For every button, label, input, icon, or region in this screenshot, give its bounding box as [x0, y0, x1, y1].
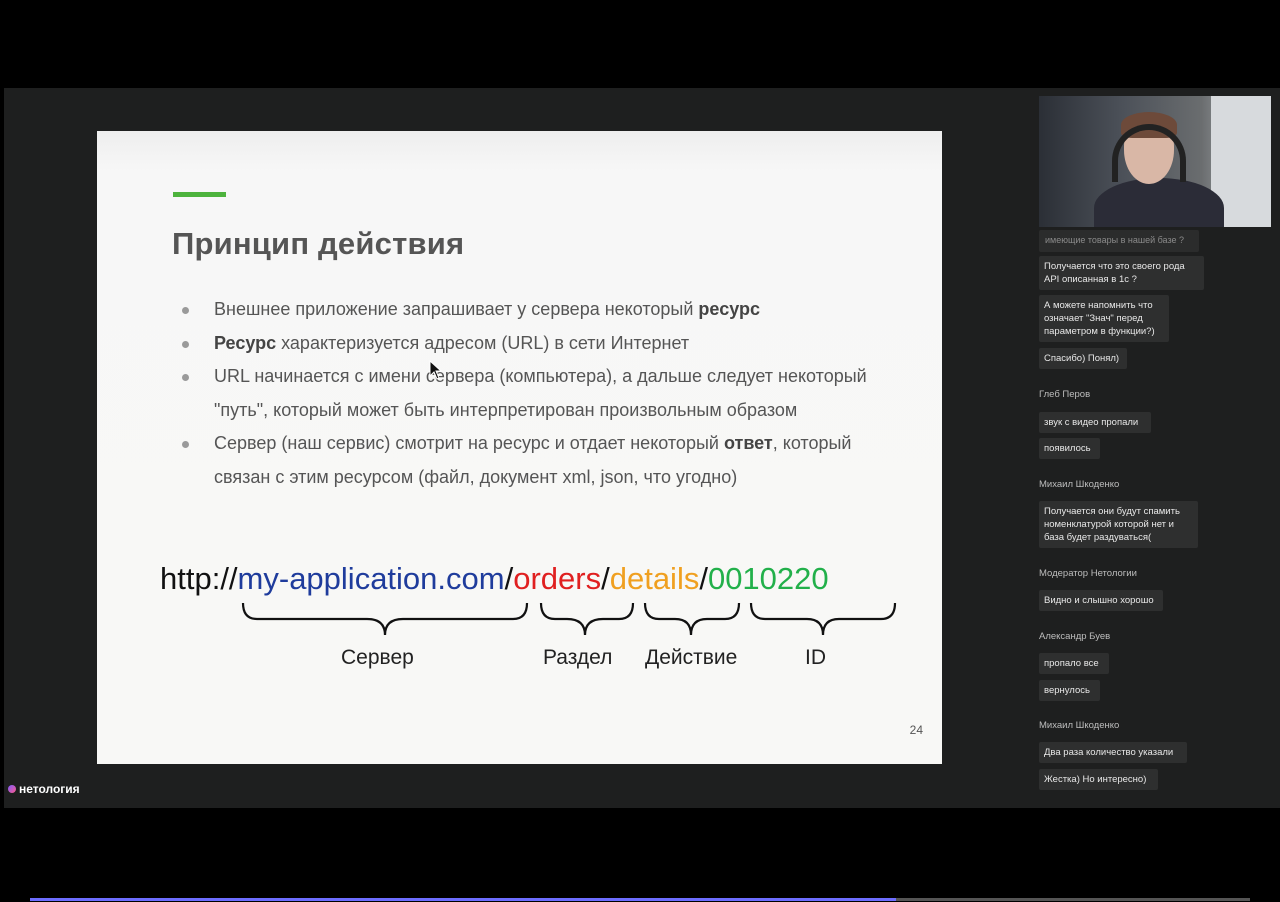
- url-separator: /: [699, 561, 708, 596]
- example-url: http://my-application.com/orders/details…: [160, 561, 829, 597]
- chat-message: появилось: [1039, 438, 1100, 459]
- bullet-item: Сервер (наш сервис) смотрит на ресурс и …: [182, 427, 902, 494]
- bullet-bold: ресурс: [698, 299, 760, 319]
- chat-message: звук с видео пропали: [1039, 412, 1151, 433]
- url-scheme: http://: [160, 561, 238, 596]
- label-server: Сервер: [341, 646, 414, 669]
- label-action: Действие: [645, 646, 738, 669]
- mouse-cursor-icon: [429, 360, 443, 380]
- bullet-bold: ответ: [723, 433, 773, 453]
- chat-author: Модератор Нетологии: [1039, 568, 1137, 579]
- url-action: details: [609, 561, 700, 596]
- bullet-dot: [182, 441, 189, 448]
- chat-message: Жестка) Но интересно): [1039, 769, 1158, 790]
- chat-message: пропало все: [1039, 653, 1109, 674]
- chat-message: вернулось: [1039, 680, 1100, 701]
- url-host: my-application.com: [237, 561, 505, 596]
- bullet-text: URL начинается с имени сервера (компьюте…: [214, 366, 867, 420]
- bullet-item: URL начинается с имени сервера (компьюте…: [182, 360, 902, 427]
- bullet-dot: [182, 374, 189, 381]
- brand-logo-icon: [8, 785, 16, 793]
- slide-page-number: 24: [909, 723, 923, 737]
- bullet-list: Внешнее приложение запрашивает у сервера…: [182, 293, 902, 494]
- url-braces: [241, 602, 897, 636]
- bullet-text: Внешнее приложение запрашивает у сервера…: [214, 299, 699, 319]
- bullet-dot: [182, 307, 189, 314]
- bullet-item: Внешнее приложение запрашивает у сервера…: [182, 293, 902, 327]
- label-id: ID: [805, 646, 826, 669]
- brand-logo: нетология: [8, 782, 80, 796]
- brace-id: [749, 602, 897, 636]
- chat-message: А можете напомнить что означает "Знач" п…: [1039, 295, 1169, 342]
- video-progress-bar[interactable]: [30, 898, 1250, 901]
- brace-section: [539, 602, 635, 636]
- chat-author: Глеб Перов: [1039, 389, 1091, 400]
- chat-message: Получается что это своего рода API описа…: [1039, 256, 1204, 290]
- chat-message: Спасибо) Понял): [1039, 348, 1127, 369]
- bullet-text: характеризуется адресом (URL) в сети Инт…: [276, 332, 690, 353]
- bullet-item: Ресурс характеризуется адресом (URL) в с…: [182, 327, 902, 361]
- chat-author: Михаил Шкоденко: [1039, 720, 1120, 731]
- brace-server: [241, 602, 529, 636]
- url-id: 0010220: [707, 561, 829, 596]
- brace-action: [643, 602, 741, 636]
- chat-author: Александр Буев: [1039, 631, 1111, 642]
- chat-message-cut: имеющие товары в нашей базе ?: [1039, 230, 1199, 252]
- label-section: Раздел: [543, 646, 613, 669]
- chat-message: Видно и слышно хорошо: [1039, 590, 1163, 611]
- url-separator: /: [504, 561, 514, 596]
- chat-message: Получается они будут спамить номенклатур…: [1039, 501, 1198, 548]
- bullet-text: Сервер (наш сервис) смотрит на ресурс и …: [214, 433, 724, 453]
- video-progress-fill: [30, 898, 897, 901]
- url-separator: /: [601, 561, 610, 596]
- webcam-person-body: [1094, 178, 1224, 227]
- title-accent-bar: [173, 192, 226, 197]
- webcam-video: [1039, 96, 1271, 227]
- url-section: orders: [513, 561, 602, 596]
- slide-title: Принцип действия: [172, 226, 465, 261]
- chat-message: Два раза количество указали: [1039, 742, 1187, 763]
- chat-author: Михаил Шкоденко: [1039, 479, 1120, 490]
- brand-name: нетология: [19, 782, 80, 796]
- bullet-dot: [182, 340, 189, 348]
- presentation-slide: Принцип действия Внешнее приложение запр…: [97, 131, 942, 764]
- stage-notch: [0, 88, 4, 208]
- bullet-bold: Ресурс: [214, 332, 277, 353]
